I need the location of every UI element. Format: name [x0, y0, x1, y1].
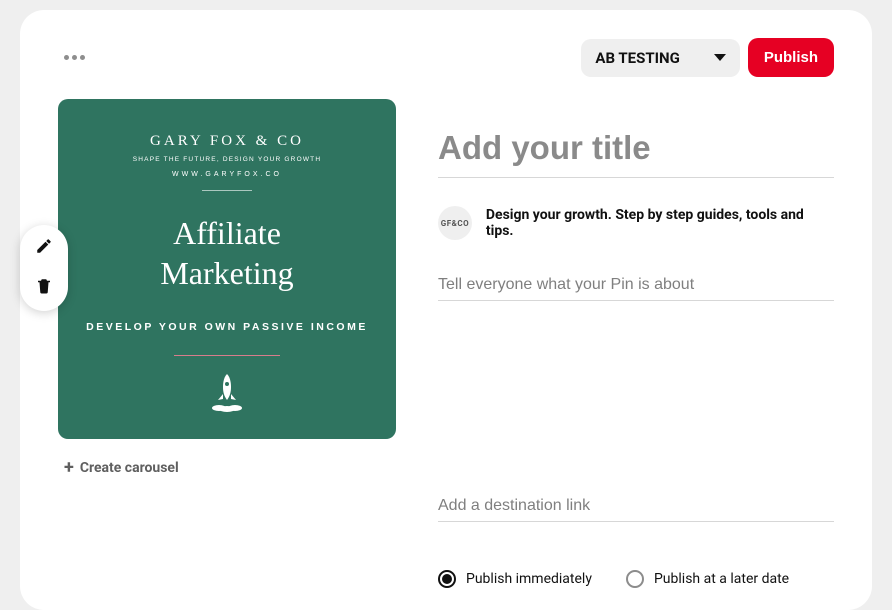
board-selected-label: AB TESTING: [595, 49, 679, 67]
preview-tagline: SHAPE THE FUTURE, DESIGN YOUR GROWTH: [133, 156, 322, 163]
pin-builder-card: AB TESTING Publish GARY FOX & CO SHAPE T…: [20, 10, 872, 610]
description-input[interactable]: [438, 270, 834, 301]
content-row: GARY FOX & CO SHAPE THE FUTURE, DESIGN Y…: [58, 99, 834, 588]
radio-selected-icon: [438, 570, 456, 588]
topbar-right: AB TESTING Publish: [581, 38, 834, 77]
topbar: AB TESTING Publish: [58, 38, 834, 77]
preview-url: WWW.GARYFOX.CO: [172, 171, 282, 178]
preview-headline-line2: Marketing: [160, 253, 293, 293]
publish-later-radio[interactable]: Publish at a later date: [626, 570, 789, 588]
preview-headline: Affiliate Marketing: [160, 213, 293, 293]
image-tools: [20, 225, 68, 311]
board-select-dropdown[interactable]: AB TESTING: [581, 39, 739, 77]
more-options-button[interactable]: [58, 49, 91, 66]
publish-immediately-radio[interactable]: Publish immediately: [438, 570, 592, 588]
author-row: GF&CO Design your growth. Step by step g…: [438, 206, 834, 240]
delete-image-button[interactable]: [35, 277, 53, 299]
create-carousel-label: Create carousel: [80, 460, 179, 476]
publish-later-label: Publish at a later date: [654, 571, 789, 587]
destination-link-input[interactable]: [438, 491, 834, 522]
title-input[interactable]: [438, 129, 834, 178]
preview-subheading: DEVELOP YOUR OWN PASSIVE INCOME: [86, 321, 368, 333]
author-avatar[interactable]: GF&CO: [438, 206, 472, 240]
preview-accent-line: [174, 355, 280, 356]
preview-brand: GARY FOX & CO: [150, 133, 304, 150]
publish-button[interactable]: Publish: [748, 38, 834, 77]
preview-headline-line1: Affiliate: [160, 213, 293, 253]
pencil-icon: [35, 237, 53, 255]
right-column: GF&CO Design your growth. Step by step g…: [438, 99, 834, 588]
publish-immediately-label: Publish immediately: [466, 571, 592, 587]
create-carousel-button[interactable]: + Create carousel: [58, 459, 396, 477]
author-text: Design your growth. Step by step guides,…: [486, 207, 834, 239]
rocket-icon: [197, 370, 257, 412]
pin-preview-image[interactable]: GARY FOX & CO SHAPE THE FUTURE, DESIGN Y…: [58, 99, 396, 439]
trash-icon: [35, 277, 53, 295]
preview-divider: [202, 190, 252, 191]
radio-unselected-icon: [626, 570, 644, 588]
plus-icon: +: [64, 459, 74, 477]
left-column: GARY FOX & CO SHAPE THE FUTURE, DESIGN Y…: [58, 99, 396, 588]
publish-timing-radios: Publish immediately Publish at a later d…: [438, 570, 834, 588]
edit-image-button[interactable]: [35, 237, 53, 259]
chevron-down-icon: [714, 54, 726, 61]
